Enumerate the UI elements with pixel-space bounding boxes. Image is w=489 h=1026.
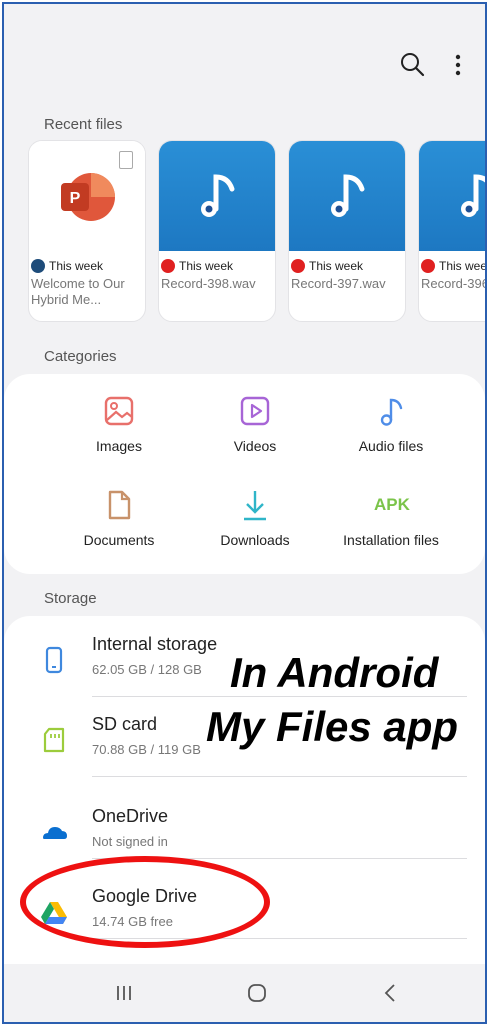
file-thumbnail: [159, 141, 275, 251]
recent-files-title: Recent files: [44, 116, 123, 133]
recent-files-list: P This week Welcome to Our Hybrid Me... …: [28, 140, 487, 322]
recent-file-name: Record-397.wav: [291, 276, 386, 291]
recent-file-when: This week: [309, 259, 364, 273]
category-images[interactable]: Images: [44, 394, 194, 454]
file-thumbnail: [419, 141, 485, 251]
storage-usage: Not signed in: [92, 834, 168, 849]
category-downloads[interactable]: Downloads: [180, 488, 330, 548]
storage-usage: 62.05 GB / 128 GB: [92, 662, 202, 677]
music-note-icon: [331, 174, 365, 217]
category-label: Videos: [233, 438, 277, 454]
onedrive-icon: [43, 827, 67, 839]
recorder-source-icon: [291, 259, 305, 273]
music-note-icon: [201, 174, 235, 217]
recent-file-name: Record-398.wav: [161, 276, 256, 291]
categories-panel: Images Videos Audio files Documents Down…: [4, 374, 485, 574]
storage-usage: 70.88 GB / 119 GB: [92, 742, 201, 757]
music-note-icon: [380, 398, 403, 426]
apk-icon: APK: [374, 495, 410, 514]
home-icon[interactable]: [242, 978, 272, 1008]
more-vert-icon[interactable]: [448, 50, 468, 80]
svg-text:P: P: [70, 190, 81, 207]
recent-file-name: Record-396: [421, 276, 487, 291]
category-label: Audio files: [358, 438, 424, 454]
recent-file-name: Welcome to Our Hybrid Me...: [31, 276, 125, 307]
download-icon: [244, 491, 266, 521]
recorder-source-icon: [161, 259, 175, 273]
recent-file-when: This wee: [439, 259, 487, 273]
recorder-source-icon: [421, 259, 435, 273]
recent-file-card[interactable]: This week Record-397.wav: [288, 140, 406, 322]
storage-name: Internal storage: [92, 634, 218, 654]
storage-title: Storage: [44, 590, 97, 607]
phone-icon: [45, 646, 63, 674]
video-icon: [240, 396, 270, 426]
category-label: Installation files: [343, 532, 439, 548]
file-thumbnail: P: [29, 141, 145, 251]
annotation-line-2: My Files app: [206, 703, 459, 750]
highlight-ring: [20, 856, 270, 948]
music-note-icon: [461, 174, 485, 217]
sd-card-badge-icon: [119, 151, 133, 169]
storage-name: SD card: [92, 714, 158, 734]
search-icon[interactable]: [398, 50, 428, 80]
back-icon[interactable]: [376, 978, 406, 1008]
recents-icon[interactable]: [109, 978, 139, 1008]
storage-name: OneDrive: [92, 806, 169, 826]
recent-file-when: This week: [179, 259, 234, 273]
system-navigation-bar: [4, 964, 485, 1022]
category-installation-files[interactable]: APK Installation files: [316, 488, 466, 548]
teams-source-icon: [31, 259, 45, 273]
annotation-line-1: In Android: [230, 649, 439, 696]
image-icon: [104, 396, 134, 426]
category-label: Documents: [83, 532, 155, 548]
category-label: Images: [96, 438, 142, 454]
categories-title: Categories: [44, 348, 117, 365]
recent-file-when: This week: [49, 259, 104, 273]
divider: [92, 776, 467, 777]
phone-screen: Recent files P This week Welcome to Our …: [2, 2, 487, 1024]
category-videos[interactable]: Videos: [180, 394, 330, 454]
category-documents[interactable]: Documents: [44, 488, 194, 548]
powerpoint-icon: P: [61, 173, 115, 221]
recent-file-card[interactable]: This week Record-398.wav: [158, 140, 276, 322]
recent-file-card[interactable]: This wee Record-396: [418, 140, 487, 322]
recent-file-card[interactable]: P This week Welcome to Our Hybrid Me...: [28, 140, 146, 322]
category-audio-files[interactable]: Audio files: [316, 394, 466, 454]
document-icon: [108, 490, 131, 520]
sd-card-icon: [43, 727, 65, 753]
top-app-bar: [4, 4, 485, 114]
category-label: Downloads: [220, 532, 290, 548]
file-thumbnail: [289, 141, 405, 251]
